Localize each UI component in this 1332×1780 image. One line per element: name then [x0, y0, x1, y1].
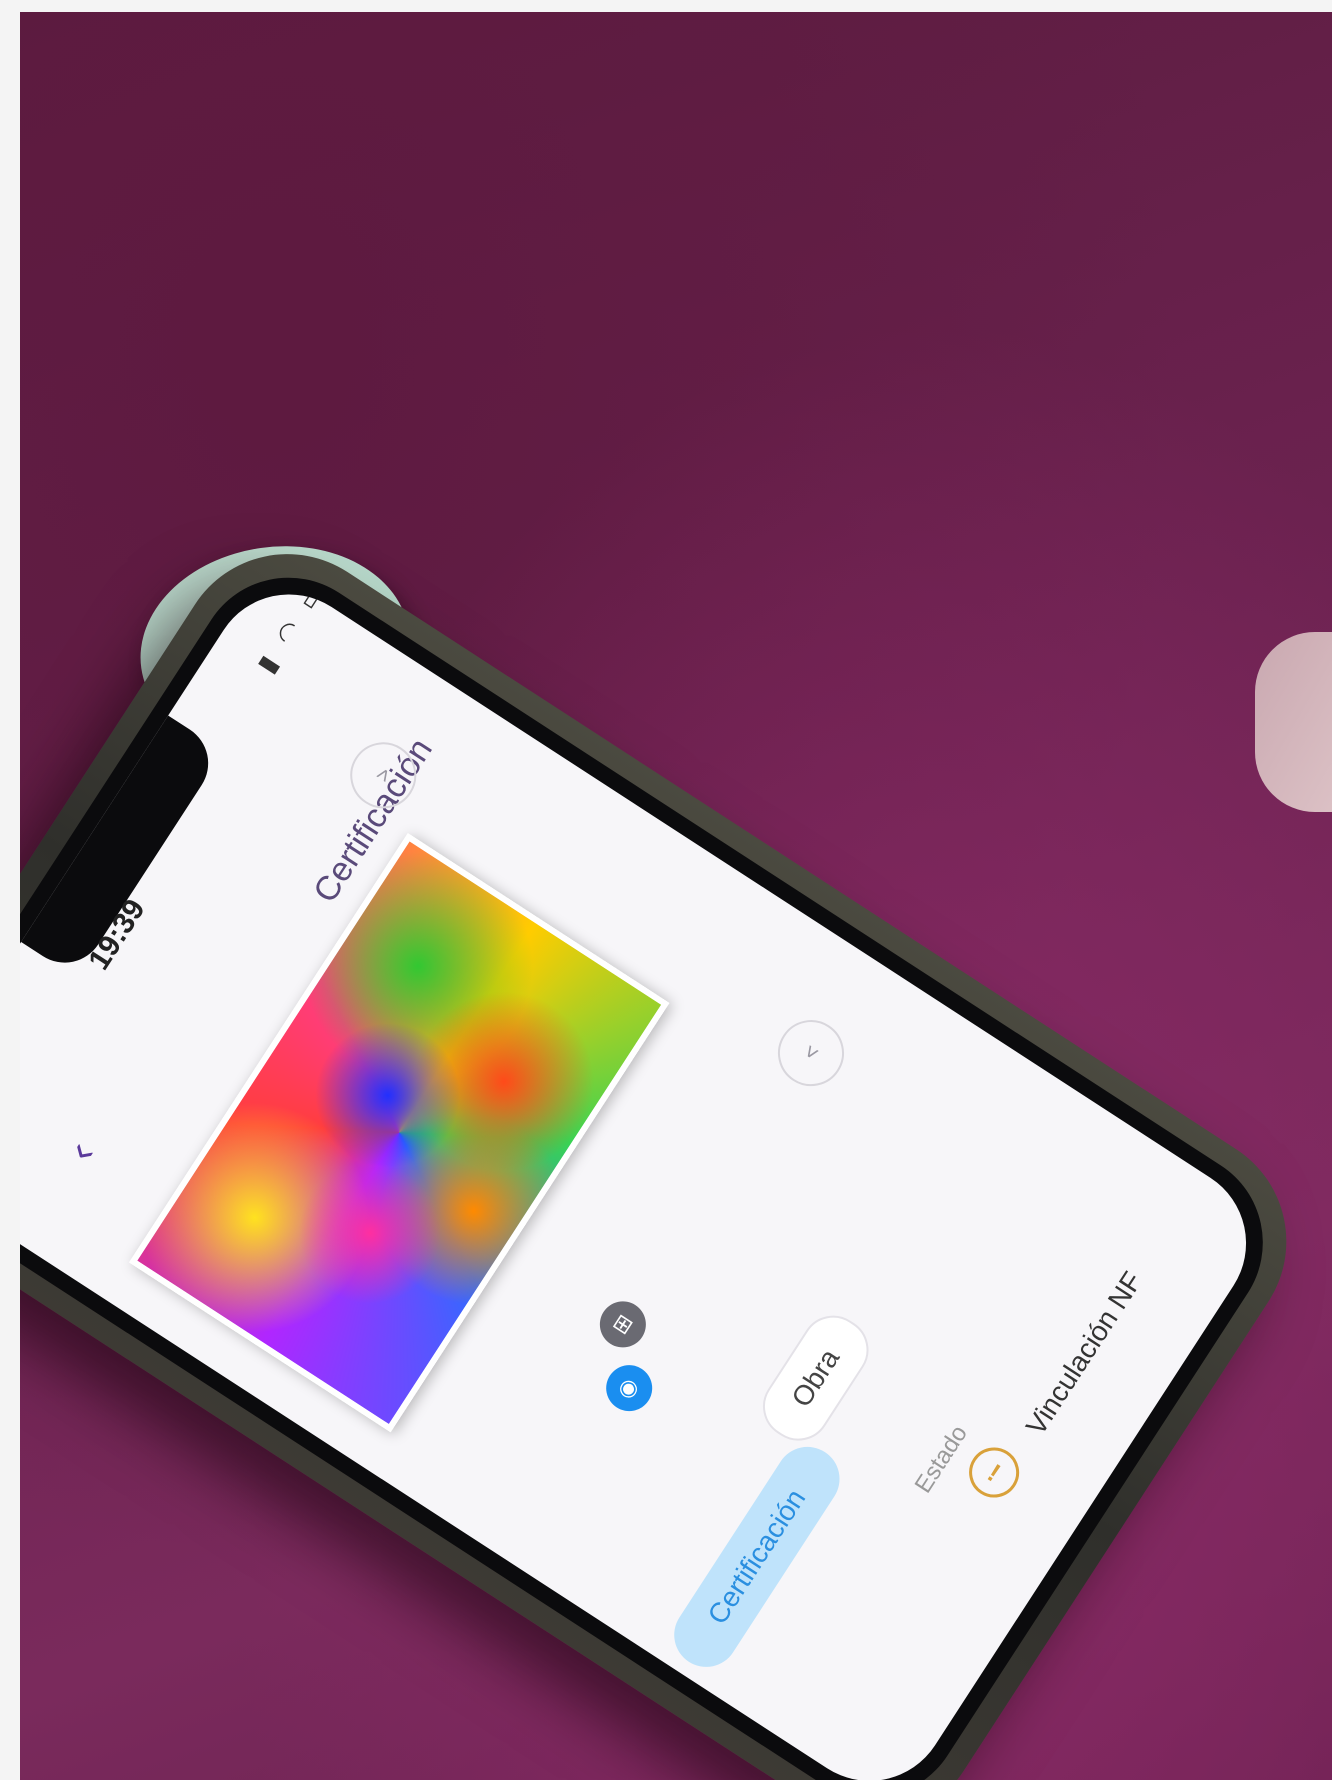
phone-screen: 19:39 ▮ ◠ ▭ ‹ Certificación ˄ ˅ ⊞ ◉ Obra… [20, 564, 1276, 1780]
chevron-down-icon: ˅ [799, 1038, 824, 1067]
tab-certificacion[interactable]: Certificación [661, 1434, 852, 1680]
eye-icon: ◉ [614, 1372, 645, 1404]
warning-icon: ! [959, 1437, 1029, 1508]
next-artwork-button[interactable]: ˅ [765, 1007, 857, 1099]
wifi-icon: ◠ [268, 609, 310, 651]
nfc-icon: ⊞ [608, 1308, 638, 1340]
view-badge[interactable]: ◉ [597, 1356, 662, 1420]
finger [1255, 632, 1332, 812]
chevron-up-icon: ˄ [371, 760, 396, 789]
status-value: Vinculación NF [1019, 1266, 1149, 1441]
back-icon[interactable]: ‹ [57, 1110, 112, 1169]
estado-label: Estado [909, 1420, 973, 1498]
nfc-badge[interactable]: ⊞ [591, 1292, 655, 1357]
signal-icon: ▮ [250, 644, 287, 679]
phone: 19:39 ▮ ◠ ▭ ‹ Certificación ˄ ˅ ⊞ ◉ Obra… [20, 512, 1329, 1780]
photo-background: 19:39 ▮ ◠ ▭ ‹ Certificación ˄ ˅ ⊞ ◉ Obra… [20, 12, 1332, 1780]
artwork-image [128, 833, 670, 1433]
tab-obra[interactable]: Obra [750, 1303, 881, 1453]
